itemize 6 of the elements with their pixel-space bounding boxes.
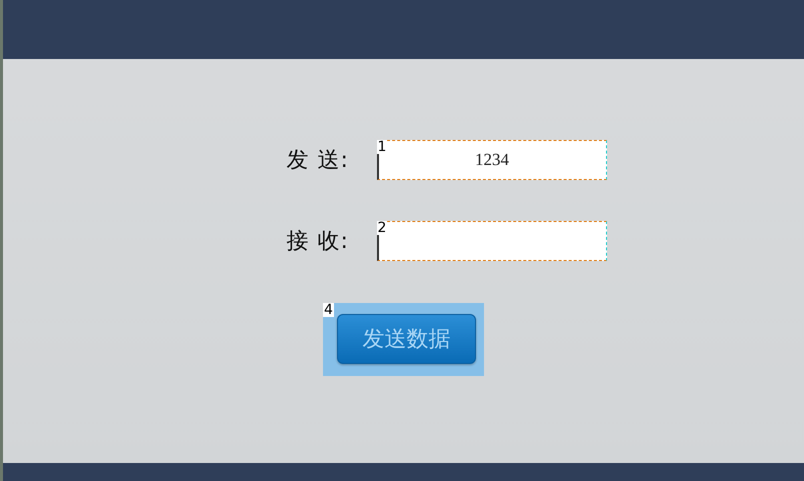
- input-field[interactable]: [376, 221, 606, 261]
- index-badge: 2: [376, 221, 388, 235]
- field-label: 发 送:: [286, 147, 350, 175]
- field-label: 接 收:: [286, 228, 350, 256]
- index-badge: 1: [376, 140, 388, 154]
- index-badge: 4: [323, 303, 334, 317]
